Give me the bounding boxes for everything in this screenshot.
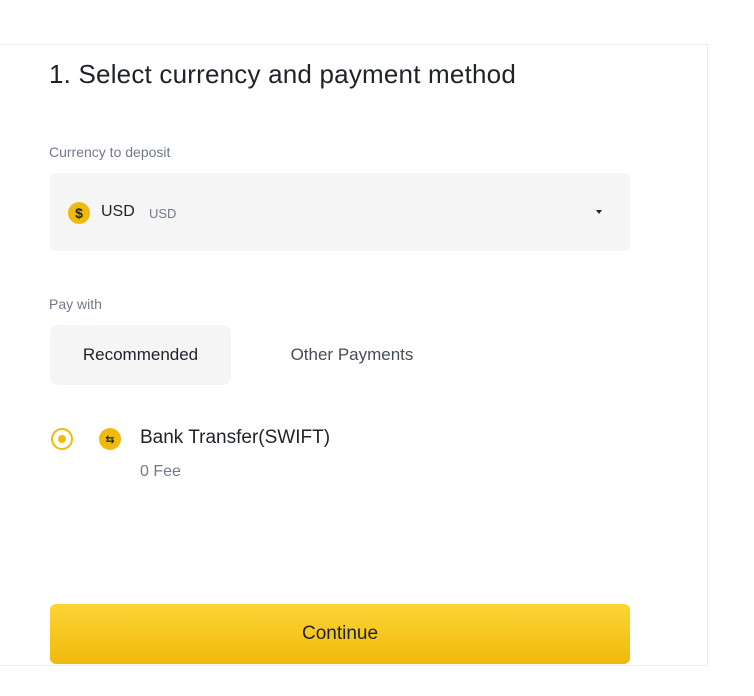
payment-method-radio[interactable] <box>51 428 73 450</box>
currency-label: Currency to deposit <box>49 144 171 160</box>
continue-button[interactable]: Continue <box>50 604 630 664</box>
dollar-coin-icon: $ <box>68 202 90 224</box>
payment-method-fee: 0 Fee <box>140 463 181 480</box>
page-title: 1. Select currency and payment method <box>49 59 516 89</box>
payment-method-name[interactable]: Bank Transfer(SWIFT) <box>140 427 330 449</box>
deposit-card: 1. Select currency and payment method Cu… <box>0 44 708 666</box>
currency-select[interactable]: $ USD USD <box>50 173 630 251</box>
tab-recommended[interactable]: Recommended <box>50 325 231 385</box>
radio-selected-dot <box>58 435 66 443</box>
currency-name: USD <box>149 206 177 221</box>
currency-code: USD <box>101 203 135 220</box>
pay-with-label: Pay with <box>49 296 102 312</box>
bank-transfer-icon: ⇆ <box>99 428 121 450</box>
tab-other-payments[interactable]: Other Payments <box>256 325 448 385</box>
caret-down-icon <box>596 210 602 214</box>
